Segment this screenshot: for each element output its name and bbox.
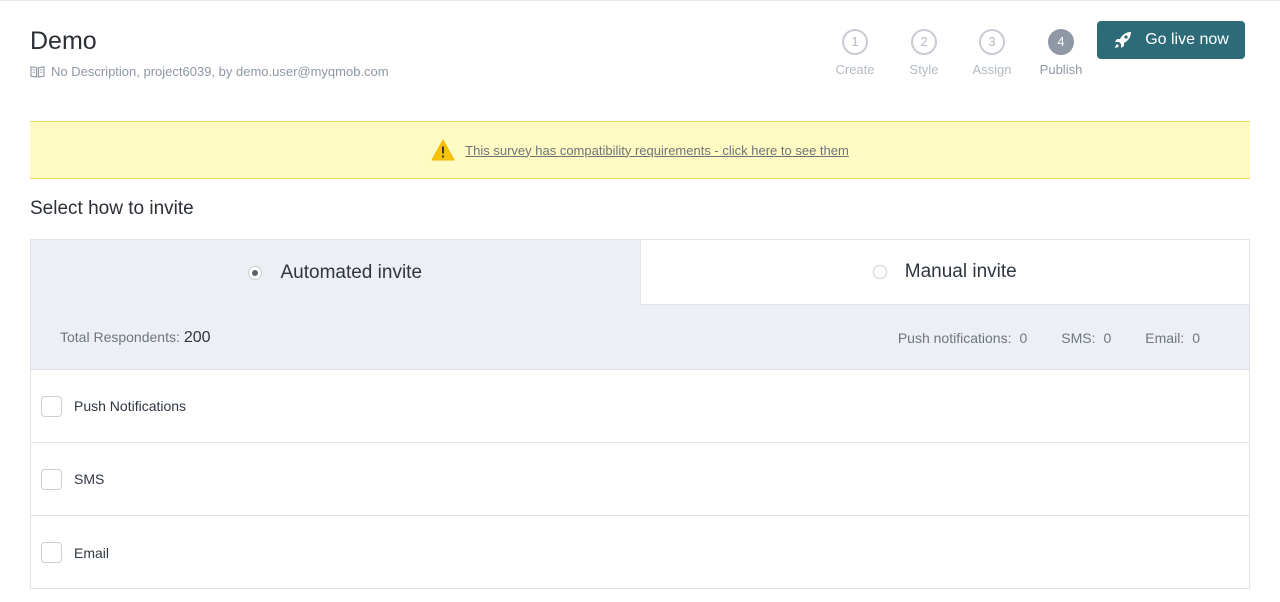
push-count-label: Push notifications: bbox=[897, 330, 1012, 346]
step-number: 3 bbox=[979, 29, 1005, 55]
radio-manual[interactable] bbox=[872, 265, 887, 279]
warning-icon bbox=[431, 139, 455, 161]
sms-checkbox[interactable] bbox=[41, 468, 62, 490]
section-title: Select how to invite bbox=[30, 198, 194, 219]
tab-label: Automated invite bbox=[280, 261, 423, 283]
sms-count-value: 0 bbox=[1103, 330, 1112, 346]
step-label: Assign bbox=[972, 62, 1012, 77]
book-icon bbox=[30, 66, 45, 78]
go-live-button[interactable]: Go live now bbox=[1097, 21, 1245, 59]
step-number: 4 bbox=[1048, 29, 1074, 55]
rocket-icon bbox=[1115, 32, 1132, 48]
email-count: Email: 0 bbox=[1145, 330, 1200, 346]
wizard-steps: 1 Create 2 Style 3 Assign 4 Publish bbox=[820, 29, 1090, 89]
sms-count-label: SMS: bbox=[1061, 330, 1096, 346]
total-respondents: Total Respondents: 200 bbox=[60, 329, 211, 347]
radio-automated[interactable] bbox=[248, 265, 263, 280]
respondent-stats: Total Respondents: 200 Push notifications… bbox=[31, 305, 1249, 370]
invite-panel: Automated invite Manual invite Total Res… bbox=[30, 239, 1250, 589]
step-label: Create bbox=[835, 62, 875, 77]
step-publish[interactable]: 4 Publish bbox=[1026, 29, 1096, 77]
push-count: Push notifications: 0 bbox=[898, 330, 1027, 346]
option-label: Push Notifications bbox=[74, 398, 187, 414]
option-label: SMS bbox=[74, 471, 105, 487]
step-style[interactable]: 2 Style bbox=[889, 29, 959, 77]
email-checkbox[interactable] bbox=[41, 542, 62, 563]
go-live-label: Go live now bbox=[1145, 31, 1229, 48]
option-push-notifications[interactable]: Push Notifications bbox=[31, 370, 1249, 443]
email-count-label: Email: bbox=[1145, 330, 1185, 346]
tab-automated-invite[interactable]: Automated invite bbox=[31, 240, 640, 305]
invite-tabs: Automated invite Manual invite bbox=[31, 240, 1249, 305]
step-label: Publish bbox=[1039, 62, 1083, 77]
step-number: 2 bbox=[911, 29, 937, 55]
push-notifications-checkbox[interactable] bbox=[41, 395, 62, 417]
option-email[interactable]: Email bbox=[31, 516, 1249, 589]
tab-manual-invite[interactable]: Manual invite bbox=[639, 240, 1249, 305]
email-count-value: 0 bbox=[1192, 330, 1200, 346]
tab-label: Manual invite bbox=[904, 261, 1017, 282]
page-subtitle: No Description, project6039, by demo.use… bbox=[30, 64, 389, 79]
page-header: Demo No Description, project6039, by dem… bbox=[30, 1, 1250, 121]
step-label: Style bbox=[909, 62, 939, 77]
option-sms[interactable]: SMS bbox=[31, 443, 1249, 516]
push-count-value: 0 bbox=[1019, 330, 1028, 346]
step-create[interactable]: 1 Create bbox=[820, 29, 890, 77]
compatibility-link[interactable]: This survey has compatibility requiremen… bbox=[465, 143, 849, 158]
compatibility-banner: This survey has compatibility requiremen… bbox=[30, 121, 1250, 179]
page-title: Demo bbox=[30, 27, 97, 55]
channel-counts: Push notifications: 0 SMS: 0 Email: 0 bbox=[898, 330, 1200, 346]
option-label: Email bbox=[74, 544, 110, 561]
total-value: 200 bbox=[183, 329, 211, 346]
subtitle-text: No Description, project6039, by demo.use… bbox=[51, 64, 389, 79]
total-label: Total Respondents: bbox=[60, 329, 180, 345]
step-assign[interactable]: 3 Assign bbox=[957, 29, 1027, 77]
step-number: 1 bbox=[842, 29, 868, 55]
sms-count: SMS: 0 bbox=[1061, 330, 1111, 346]
